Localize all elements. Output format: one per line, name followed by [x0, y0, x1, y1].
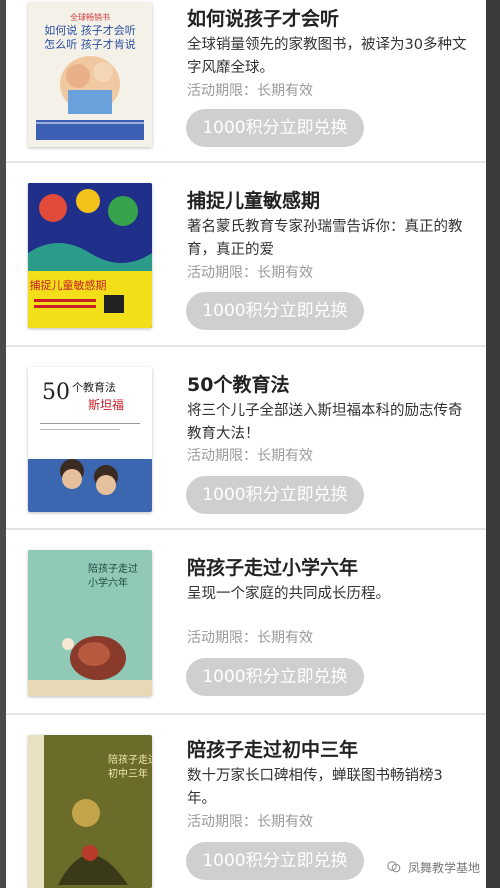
- list-item: 50 个教育法 斯坦福 50个教育法 将三个儿子全部送入斯坦福本科的励志传奇教育…: [6, 347, 486, 530]
- redeem-button[interactable]: 1000积分立即兑换: [186, 109, 364, 147]
- item-period: 活动期限：长期有效: [187, 265, 313, 281]
- item-title: 如何说孩子才会听: [187, 8, 340, 30]
- redeem-button[interactable]: 1000积分立即兑换: [186, 842, 364, 880]
- svg-text:怎么听 孩子才肯说: 怎么听 孩子才肯说: [44, 37, 136, 51]
- item-period: 活动期限：长期有效: [187, 814, 313, 830]
- item-period: 活动期限：长期有效: [187, 83, 313, 99]
- book-cover-5[interactable]: 陪孩子走过 初中三年: [28, 735, 152, 888]
- svg-text:捕捉儿童敏感期: 捕捉儿童敏感期: [30, 278, 107, 292]
- book-cover-2-art: 捕捉儿童敏感期: [28, 183, 152, 328]
- svg-text:初中三年: 初中三年: [108, 767, 148, 780]
- redeem-button[interactable]: 1000积分立即兑换: [186, 292, 364, 330]
- svg-text:斯坦福: 斯坦福: [88, 397, 124, 412]
- book-cover-4-art: 陪孩子走过 小学六年: [28, 550, 152, 696]
- wechat-icon: [387, 860, 401, 874]
- item-description: 全球销量领先的家教图书，被译为30多种文字风靡全球。: [187, 37, 467, 76]
- item-description: 呈现一个家庭的共同成长历程。: [187, 586, 390, 602]
- right-frame-edge: [486, 0, 500, 888]
- list-item: 捕捉儿童敏感期 捕捉儿童敏感期 著名蒙氏教育专家孙瑞雪告诉你：真正的教育，真正的…: [6, 163, 486, 347]
- item-period: 活动期限：长期有效: [187, 448, 313, 464]
- list-item: 全球畅销书 如何说 孩子才会听 怎么听 孩子才肯说 如何说孩子才会听 全球销量领…: [6, 0, 486, 163]
- svg-text:全球畅销书: 全球畅销书: [70, 12, 110, 22]
- svg-text:50: 50: [42, 380, 70, 405]
- svg-text:小学六年: 小学六年: [88, 576, 128, 589]
- item-title: 陪孩子走过小学六年: [187, 557, 359, 579]
- svg-text:陪孩子走过: 陪孩子走过: [108, 753, 152, 766]
- item-title: 捕捉儿童敏感期: [187, 190, 321, 212]
- item-title: 陪孩子走过初中三年: [187, 739, 359, 761]
- book-cover-3-art: 50 个教育法 斯坦福: [28, 367, 152, 512]
- book-cover-3[interactable]: 50 个教育法 斯坦福: [28, 367, 152, 512]
- watermark: 凤舞教学基地: [387, 859, 480, 876]
- item-description: 数十万家长口碑相传，蝉联图书畅销榜3年。: [187, 768, 443, 807]
- item-description: 著名蒙氏教育专家孙瑞雪告诉你：真正的教育，真正的爱: [187, 219, 463, 258]
- redeem-list: 全球畅销书 如何说 孩子才会听 怎么听 孩子才肯说 如何说孩子才会听 全球销量领…: [6, 0, 486, 888]
- book-cover-1[interactable]: 全球畅销书 如何说 孩子才会听 怎么听 孩子才肯说: [28, 2, 152, 147]
- watermark-text: 凤舞教学基地: [407, 861, 480, 875]
- redeem-button[interactable]: 1000积分立即兑换: [186, 476, 364, 514]
- item-period: 活动期限：长期有效: [187, 630, 313, 646]
- book-cover-5-art: 陪孩子走过 初中三年: [28, 735, 152, 888]
- svg-text:陪孩子走过: 陪孩子走过: [88, 562, 138, 575]
- item-description: 将三个儿子全部送入斯坦福本科的励志传奇教育大法！: [187, 403, 463, 442]
- svg-text:如何说 孩子才会听: 如何说 孩子才会听: [44, 23, 136, 37]
- book-cover-1-art: 全球畅销书 如何说 孩子才会听 怎么听 孩子才肯说: [28, 2, 152, 147]
- svg-text:个教育法: 个教育法: [72, 380, 116, 394]
- item-title: 50个教育法: [187, 374, 290, 396]
- book-cover-2[interactable]: 捕捉儿童敏感期: [28, 183, 152, 328]
- redeem-button[interactable]: 1000积分立即兑换: [186, 658, 364, 696]
- book-cover-4[interactable]: 陪孩子走过 小学六年: [28, 550, 152, 696]
- list-item: 陪孩子走过 小学六年 陪孩子走过小学六年 呈现一个家庭的共同成长历程。 活动期限…: [6, 530, 486, 715]
